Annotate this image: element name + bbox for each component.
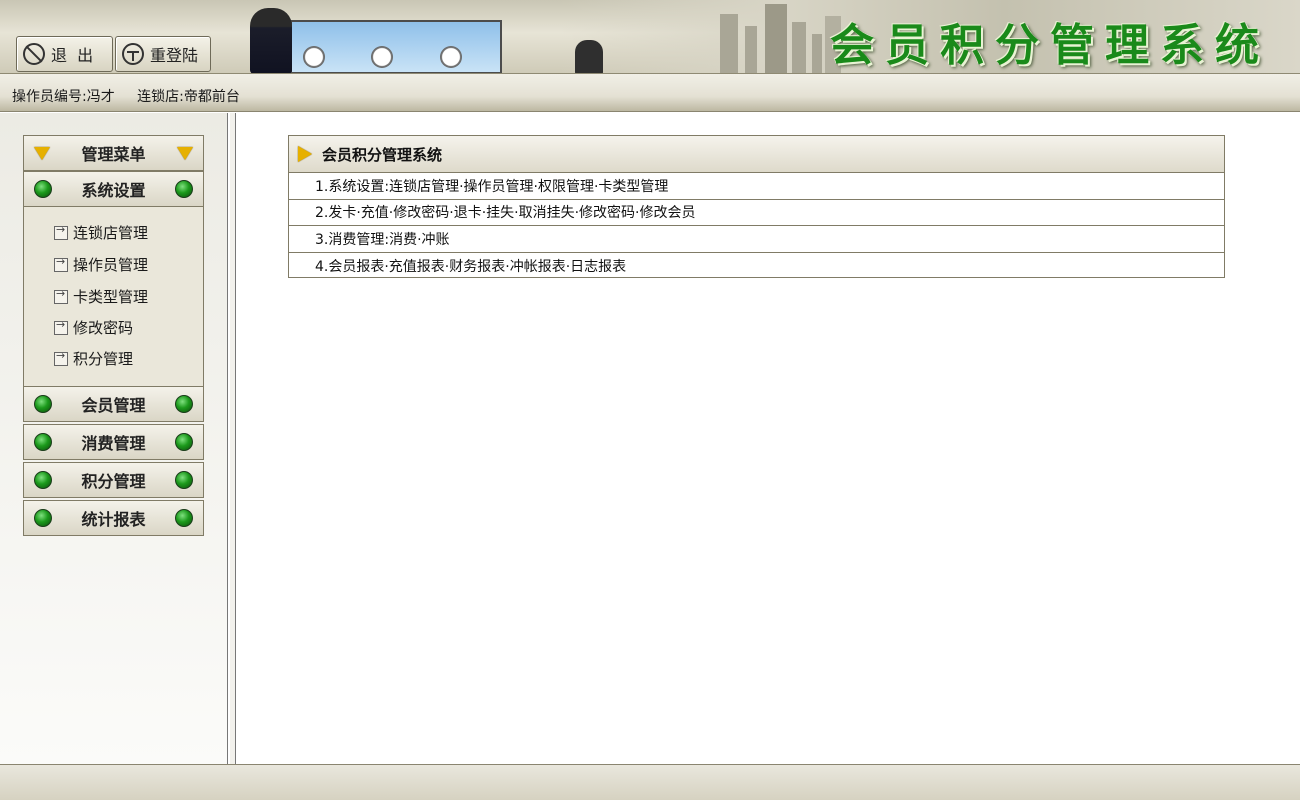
sub-item-label: 操作员管理 <box>73 256 149 274</box>
green-indicator-icon <box>175 509 193 527</box>
arrow-right-icon <box>54 349 68 366</box>
sub-item-label: 卡类型管理 <box>73 288 149 306</box>
green-indicator-icon <box>34 395 52 413</box>
green-indicator-icon <box>175 180 193 198</box>
overview-panel: 会员积分管理系统 1.系统设置:连锁店管理·操作员管理·权限管理·卡类型管理 2… <box>288 135 1225 278</box>
sub-item-label: 积分管理 <box>73 350 134 368</box>
clock-icon <box>303 46 325 68</box>
sidebar-section-consumption-management[interactable]: 消费管理 <box>23 424 204 460</box>
sidebar-item-operator-management[interactable]: 操作员管理 <box>54 254 148 275</box>
sub-item-label: 连锁店管理 <box>73 224 149 242</box>
relogin-label: 重登陆 <box>150 46 199 65</box>
sidebar-item-points-management[interactable]: 积分管理 <box>54 348 133 369</box>
sidebar-section-points-management[interactable]: 积分管理 <box>23 462 204 498</box>
arrow-right-icon <box>54 318 68 335</box>
sidebar-divider[interactable] <box>230 113 236 764</box>
green-indicator-icon <box>34 509 52 527</box>
green-indicator-icon <box>34 471 52 489</box>
overview-row: 3.消费管理:消费·冲账 <box>289 226 1224 253</box>
section-label: 系统设置 <box>81 181 146 200</box>
arrow-right-icon <box>54 287 68 304</box>
section-label: 会员管理 <box>81 396 146 415</box>
clock-icon <box>440 46 462 68</box>
operator-id: 操作员编号:冯才 <box>12 89 115 105</box>
overview-row-text: 2.发卡·充值·修改密码·退卡·挂失·取消挂失·修改密码·修改会员 <box>315 205 696 222</box>
status-bar <box>0 764 1300 800</box>
overview-row: 1.系统设置:连锁店管理·操作员管理·权限管理·卡类型管理 <box>289 173 1224 200</box>
operator-info-bar: 操作员编号:冯才 连锁店:帝都前台 <box>0 74 1300 112</box>
triangle-right-icon <box>298 146 312 162</box>
overview-row-text: 4.会员报表·充值报表·财务报表·冲帐报表·日志报表 <box>315 258 627 275</box>
overview-panel-header: 会员积分管理系统 <box>289 136 1224 173</box>
section-label: 积分管理 <box>81 472 146 491</box>
section-label: 统计报表 <box>81 510 146 529</box>
sidebar-item-store-management[interactable]: 连锁店管理 <box>54 222 148 243</box>
logout-button[interactable]: 退 出 <box>16 36 113 72</box>
overview-row: 4.会员报表·充值报表·财务报表·冲帐报表·日志报表 <box>289 253 1224 280</box>
prohibit-icon <box>23 43 45 65</box>
menu-title-label: 管理菜单 <box>81 145 146 164</box>
section-label: 消费管理 <box>81 434 146 453</box>
green-indicator-icon <box>175 395 193 413</box>
relogin-icon <box>122 43 144 65</box>
sidebar-item-change-password[interactable]: 修改密码 <box>54 317 133 338</box>
menu-title: 管理菜单 <box>23 135 204 171</box>
header-banner: 会员积分管理系统 退 出 重登陆 <box>0 0 1300 74</box>
overview-row: 2.发卡·充值·修改密码·退卡·挂失·取消挂失·修改密码·修改会员 <box>289 200 1224 226</box>
green-indicator-icon <box>34 433 52 451</box>
green-indicator-icon <box>34 180 52 198</box>
logout-label: 退 出 <box>51 46 94 65</box>
green-indicator-icon <box>175 433 193 451</box>
arrow-right-icon <box>54 255 68 272</box>
arrow-right-icon <box>54 223 68 240</box>
green-indicator-icon <box>175 471 193 489</box>
sidebar-section-member-management[interactable]: 会员管理 <box>23 386 204 422</box>
overview-row-text: 3.消费管理:消费·冲账 <box>315 231 450 248</box>
businessman-image <box>250 8 292 73</box>
airport-screen-image <box>290 20 502 73</box>
overview-panel-title: 会员积分管理系统 <box>322 145 443 164</box>
person-silhouette-image <box>575 40 603 73</box>
system-title: 会员积分管理系统 <box>830 20 1270 71</box>
sidebar-section-system-settings[interactable]: 系统设置 <box>23 171 204 207</box>
sub-item-label: 修改密码 <box>73 319 134 337</box>
store-name: 连锁店:帝都前台 <box>137 89 240 105</box>
sidebar-item-card-type-management[interactable]: 卡类型管理 <box>54 286 148 307</box>
overview-row-text: 1.系统设置:连锁店管理·操作员管理·权限管理·卡类型管理 <box>315 178 669 195</box>
triangle-down-icon <box>34 146 50 160</box>
relogin-button[interactable]: 重登陆 <box>115 36 211 72</box>
sidebar-section-statistics-reports[interactable]: 统计报表 <box>23 500 204 536</box>
clock-icon <box>371 46 393 68</box>
triangle-down-icon <box>177 146 193 160</box>
